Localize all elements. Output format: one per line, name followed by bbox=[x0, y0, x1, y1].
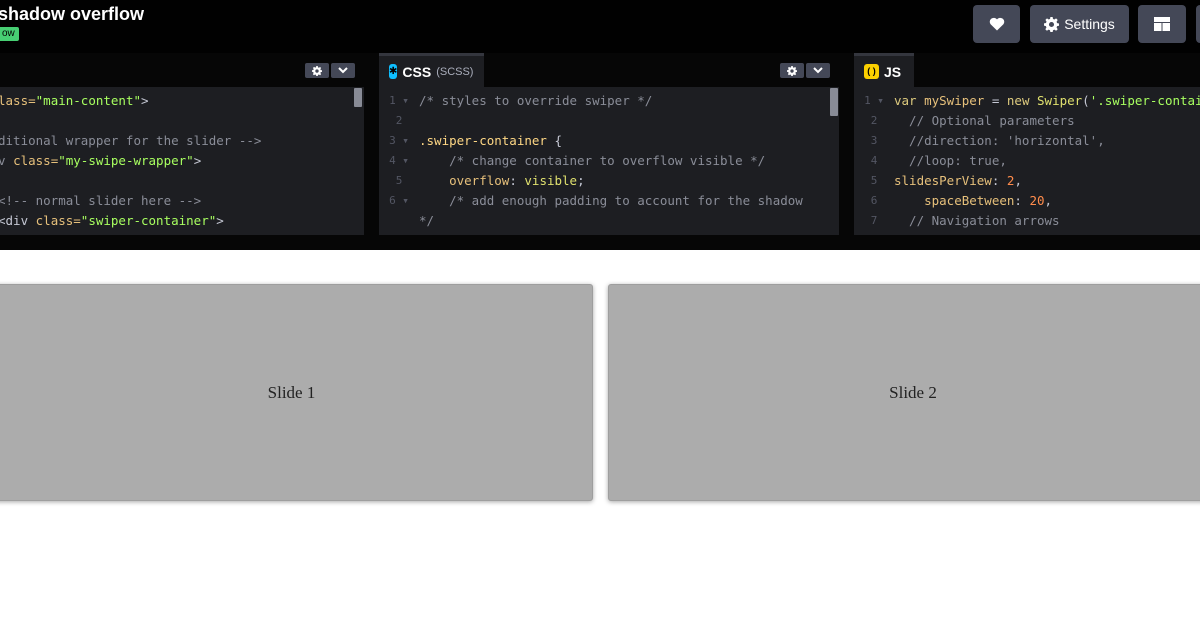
code-text: overflow: visible; bbox=[449, 173, 585, 188]
line-number: 5 bbox=[870, 174, 878, 187]
css-settings-button[interactable] bbox=[780, 63, 804, 78]
code-line: 6 ▾ /* add enough padding to account for… bbox=[379, 191, 839, 211]
layout-button[interactable] bbox=[1138, 5, 1186, 43]
code-text: /* styles to override swiper */ bbox=[419, 93, 653, 108]
code-text: // Navigation arrows bbox=[894, 213, 1060, 228]
line-number: 2 bbox=[870, 114, 878, 127]
gear-icon bbox=[787, 65, 797, 76]
js-icon: ( ) bbox=[864, 64, 879, 79]
html-scrollbar[interactable] bbox=[354, 88, 362, 107]
code-text: <div class="swiper-container"> bbox=[0, 213, 224, 228]
code-text: lass="main-content"> bbox=[0, 93, 149, 108]
line-number: 7 bbox=[870, 214, 878, 227]
code-line: 1 ▾ /* styles to override swiper */ bbox=[379, 91, 839, 111]
code-line: 2 bbox=[379, 111, 839, 131]
like-button[interactable] bbox=[973, 5, 1020, 43]
code-line: <!-- normal slider here --> bbox=[0, 191, 364, 211]
code-text: spaceBetween: 20, bbox=[894, 193, 1053, 208]
line-number: 2 bbox=[395, 114, 403, 127]
code-line: */ bbox=[379, 211, 839, 231]
code-text: // Optional parameters bbox=[894, 113, 1075, 128]
code-line: lass="main-content"> bbox=[0, 91, 364, 111]
code-line: 4 //loop: true, bbox=[854, 151, 1200, 171]
code-line: 5 overflow: visible; bbox=[379, 171, 839, 191]
follow-badge[interactable]: ow bbox=[0, 27, 19, 41]
html-settings-button[interactable] bbox=[305, 63, 329, 78]
pen-title[interactable]: shadow overflow bbox=[0, 4, 144, 25]
line-number: 5 bbox=[395, 174, 403, 187]
css-editor-pane: ✱ CSS (SCSS) 1 ▾ /* styles to override sw… bbox=[379, 53, 839, 235]
slide-2[interactable]: Slide 2 bbox=[608, 284, 1200, 501]
js-tab-label: JS bbox=[884, 63, 902, 80]
chevron-down-icon bbox=[813, 67, 823, 74]
code-text: <!-- normal slider here --> bbox=[0, 193, 202, 208]
code-text: ditional wrapper for the slider --> bbox=[0, 133, 262, 148]
line-number: 6 bbox=[870, 194, 878, 207]
line-number: 1 ▾ bbox=[864, 94, 884, 107]
code-text: */ bbox=[419, 213, 435, 228]
tab-js[interactable]: ( ) JS bbox=[854, 53, 914, 87]
code-text: //direction: 'horizontal', bbox=[894, 133, 1105, 148]
html-code[interactable]: lass="main-content"> ditional wrapper for… bbox=[0, 87, 364, 235]
code-text: /* add enough padding to account for the… bbox=[419, 193, 803, 208]
code-line: <div class="swiper-container"> bbox=[0, 211, 364, 231]
code-line: ditional wrapper for the slider --> bbox=[0, 131, 364, 151]
code-text: //loop: true, bbox=[894, 153, 1007, 168]
slide-2-label: Slide 2 bbox=[889, 382, 937, 402]
css-tab-label: CSS bbox=[402, 63, 432, 80]
heart-icon bbox=[989, 17, 1004, 31]
html-collapse-button[interactable] bbox=[331, 63, 355, 78]
slide-1-label: Slide 1 bbox=[267, 382, 316, 402]
css-code[interactable]: 1 ▾ /* styles to override swiper */ 2 3 ▾ .s… bbox=[379, 87, 839, 235]
code-line: 3 //direction: 'horizontal', bbox=[854, 131, 1200, 151]
settings-label: Settings bbox=[1064, 16, 1115, 32]
chevron-down-icon bbox=[338, 67, 348, 74]
html-editor-pane: lass="main-content"> ditional wrapper for… bbox=[0, 53, 364, 235]
code-line: v class="my-swipe-wrapper"> bbox=[0, 151, 364, 171]
gear-icon bbox=[1044, 16, 1060, 32]
more-button[interactable] bbox=[1196, 5, 1200, 43]
settings-button[interactable]: Settings bbox=[1030, 5, 1129, 43]
editor-area: lass="main-content"> ditional wrapper for… bbox=[0, 53, 1200, 250]
code-text: /* change container to overflow visible … bbox=[419, 153, 766, 168]
gear-icon bbox=[312, 65, 322, 76]
css-icon: ✱ bbox=[389, 64, 398, 79]
layout-icon bbox=[1154, 17, 1170, 31]
css-collapse-button[interactable] bbox=[806, 63, 830, 78]
code-line: 7 // Navigation arrows bbox=[854, 211, 1200, 231]
code-text: slidesPerView: 2, bbox=[894, 173, 1022, 188]
code-line: 6 spaceBetween: 20, bbox=[854, 191, 1200, 211]
code-text: .swiper-container { bbox=[419, 133, 562, 148]
code-line: 3 ▾ .swiper-container { bbox=[379, 131, 839, 151]
js-editor-pane: ( ) JS 1 ▾ var mySwiper = new Swiper('.sw… bbox=[854, 53, 1200, 235]
code-line: 2 // Optional parameters bbox=[854, 111, 1200, 131]
code-text: var mySwiper = new Swiper('.swiper-conta… bbox=[894, 93, 1200, 108]
line-number: 1 ▾ bbox=[389, 94, 409, 107]
line-number: 3 bbox=[870, 134, 878, 147]
code-line: 4 ▾ /* change container to overflow visi… bbox=[379, 151, 839, 171]
line-number: 6 ▾ bbox=[389, 194, 409, 207]
css-scrollbar[interactable] bbox=[830, 88, 838, 116]
css-tab-preprocessor: (SCSS) bbox=[436, 65, 474, 78]
code-line: 5 slidesPerView: 2, bbox=[854, 171, 1200, 191]
slide-1[interactable]: Slide 1 bbox=[0, 284, 593, 501]
js-code[interactable]: 1 ▾ var mySwiper = new Swiper('.swiper-co… bbox=[854, 87, 1200, 235]
code-text: v class="my-swipe-wrapper"> bbox=[0, 153, 202, 168]
line-number: 4 ▾ bbox=[389, 154, 409, 167]
line-number: 3 ▾ bbox=[389, 134, 409, 147]
header-bar: shadow overflow ow Settings bbox=[0, 0, 1200, 53]
code-line: 1 ▾ var mySwiper = new Swiper('.swiper-co… bbox=[854, 91, 1200, 111]
tab-css[interactable]: ✱ CSS (SCSS) bbox=[379, 53, 484, 87]
line-number: 4 bbox=[870, 154, 878, 167]
